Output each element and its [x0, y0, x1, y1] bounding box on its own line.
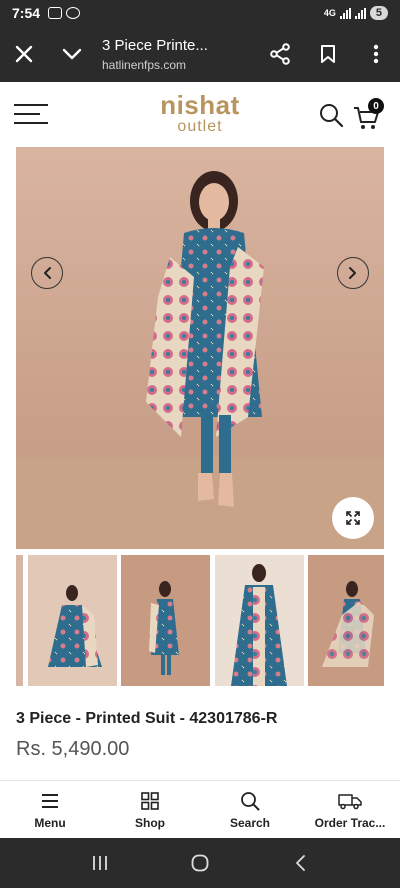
expand-icon: [346, 511, 360, 525]
header-search-button[interactable]: [318, 102, 344, 128]
share-button[interactable]: [256, 30, 304, 78]
back-button[interactable]: [280, 843, 320, 883]
page-title-block[interactable]: 3 Piece Printe... hatlinenfps.com: [96, 37, 256, 72]
product-title: 3 Piece - Printed Suit - 42301786-R: [16, 710, 278, 727]
recent-apps-button[interactable]: [80, 843, 120, 883]
grid-icon: [138, 790, 162, 812]
thumbnail[interactable]: [121, 555, 210, 686]
thumbnail-photo: [121, 555, 210, 686]
signal-icon-2: [354, 7, 366, 19]
tab-shop[interactable]: Shop: [100, 781, 200, 838]
site-header: nishat outlet 0: [0, 82, 400, 146]
status-time: 7:54: [12, 5, 41, 21]
page-title: 3 Piece Printe...: [102, 36, 208, 54]
chevron-down-icon: [62, 48, 82, 60]
tab-menu-label: Menu: [34, 815, 66, 830]
prev-image-button[interactable]: [31, 257, 63, 289]
battery-indicator: 5: [369, 6, 388, 20]
thumbnail[interactable]: [28, 555, 117, 686]
tab-order-tracking-label: Order Trac...: [314, 815, 386, 830]
minimize-button[interactable]: [48, 30, 96, 78]
screenshot-icon: [48, 7, 63, 19]
bookmark-button[interactable]: [304, 30, 352, 78]
more-vertical-icon: [373, 44, 379, 64]
chevron-right-icon: [349, 267, 356, 279]
search-icon: [320, 104, 344, 128]
zoom-button[interactable]: [332, 497, 374, 539]
share-icon: [270, 43, 290, 65]
thumbnail-photo: [308, 555, 384, 686]
recent-apps-icon: [93, 856, 107, 870]
thumbnail-photo: [215, 555, 304, 686]
search-icon: [238, 790, 262, 812]
cart-button[interactable]: 0: [352, 98, 386, 130]
cart-count-badge: 0: [368, 98, 384, 114]
next-image-button[interactable]: [337, 257, 369, 289]
status-bar: 7:54 4G 5: [0, 0, 400, 26]
thumbnail-partial[interactable]: [16, 555, 23, 686]
product-main-image[interactable]: [16, 147, 384, 549]
menu-icon: [38, 790, 62, 812]
thumbnail-strip: [16, 555, 384, 686]
page-url: hatlinenfps.com: [102, 57, 187, 72]
close-icon: [15, 45, 33, 63]
truck-icon: [338, 790, 362, 812]
bookmark-icon: [321, 45, 335, 63]
system-nav-bar: [0, 838, 400, 888]
tab-search[interactable]: Search: [200, 781, 300, 838]
chevron-left-icon: [44, 267, 51, 279]
thumbnail-photo: [28, 555, 117, 686]
bottom-nav-bar: Menu Shop Search Order Trac...: [0, 780, 400, 838]
thumbnail[interactable]: [215, 555, 304, 686]
browser-toolbar: 3 Piece Printe... hatlinenfps.com: [0, 26, 400, 82]
home-button[interactable]: [180, 843, 220, 883]
home-circle-icon: [191, 854, 209, 872]
thumbnail[interactable]: [308, 555, 384, 686]
back-chevron-icon: [296, 855, 305, 871]
close-tab-button[interactable]: [0, 30, 48, 78]
network-type: 4G: [323, 8, 336, 18]
more-options-button[interactable]: [352, 30, 400, 78]
tab-search-label: Search: [229, 815, 271, 830]
tab-shop-label: Shop: [135, 815, 165, 830]
product-price: Rs. 5,490.00: [16, 738, 130, 760]
whatsapp-icon: [66, 7, 81, 19]
signal-icon: [339, 7, 351, 19]
product-photo: [16, 147, 384, 549]
tab-order-tracking[interactable]: Order Trac...: [300, 781, 400, 838]
tab-menu[interactable]: Menu: [0, 781, 100, 838]
